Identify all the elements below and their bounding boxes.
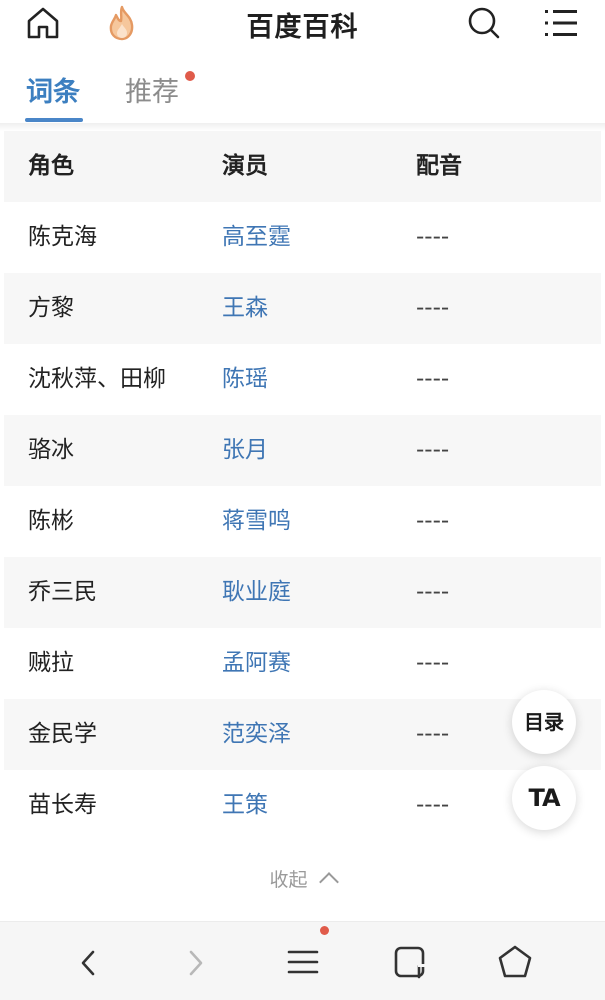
- tab-bar: 词条 推荐: [0, 60, 605, 124]
- table-row: 方黎 王森 ----: [4, 273, 601, 344]
- voice-actor: ----: [416, 366, 450, 392]
- role-name: 苗长寿: [28, 792, 97, 818]
- collapse-label: 收起: [269, 869, 308, 891]
- table-row: 苗长寿 王策 ----: [4, 770, 601, 841]
- forward-icon[interactable]: [182, 948, 208, 978]
- column-header-role: 角色: [28, 153, 74, 179]
- actor-link[interactable]: 孟阿赛: [222, 628, 291, 699]
- voice-actor: ----: [416, 579, 450, 605]
- chevron-up-icon: [318, 872, 339, 892]
- search-icon[interactable]: [466, 5, 502, 41]
- notification-dot: [185, 71, 195, 81]
- ta-button[interactable]: TA: [512, 766, 576, 830]
- table-row: 骆冰 张月 ----: [4, 415, 601, 486]
- page-title: 百度百科: [246, 12, 359, 43]
- table-row: 贼拉 孟阿赛 ----: [4, 628, 601, 699]
- top-header: 百度百科: [0, 0, 605, 50]
- role-name: 方黎: [28, 295, 74, 321]
- role-name: 沈秋萍、田柳: [28, 366, 166, 392]
- tab-entry[interactable]: 词条: [26, 70, 80, 109]
- voice-actor: ----: [416, 650, 450, 676]
- active-tab-indicator: [25, 118, 83, 122]
- column-header-actor: 演员: [222, 153, 268, 179]
- role-name: 乔三民: [28, 579, 97, 605]
- actor-link[interactable]: 陈瑶: [222, 344, 268, 415]
- table-row: 乔三民 耿业庭 ----: [4, 557, 601, 628]
- home-hexagon-icon[interactable]: [496, 943, 534, 981]
- actor-link[interactable]: 王策: [222, 770, 268, 841]
- actor-link[interactable]: 蒋雪鸣: [222, 486, 291, 557]
- table-row: 陈克海 高至霆 ----: [4, 202, 601, 273]
- role-name: 骆冰: [28, 437, 74, 463]
- table-row: 沈秋萍、田柳 陈瑶 ----: [4, 344, 601, 415]
- voice-actor: ----: [416, 295, 450, 321]
- back-icon[interactable]: [76, 948, 102, 978]
- role-name: 金民学: [28, 721, 97, 747]
- tab-recommend[interactable]: 推荐: [125, 70, 179, 109]
- role-name: 贼拉: [28, 650, 74, 676]
- menu-icon[interactable]: [544, 7, 578, 39]
- table-of-contents-button[interactable]: 目录: [512, 690, 576, 754]
- table-header-row: 角色 演员 配音: [4, 131, 601, 202]
- role-name: 陈克海: [28, 224, 97, 250]
- table-row: 金民学 范奕泽 ----: [4, 699, 601, 770]
- tab-divider: [0, 123, 605, 131]
- voice-actor: ----: [416, 508, 450, 534]
- voice-actor: ----: [416, 437, 450, 463]
- voice-actor: ----: [416, 224, 450, 250]
- browser-bottom-bar: [0, 921, 605, 1000]
- cast-table: 角色 演员 配音 陈克海 高至霆 ---- 方黎 王森 ---- 沈秋萍、田柳 …: [4, 131, 601, 841]
- menu-lines-icon[interactable]: [286, 944, 320, 980]
- tabs-icon[interactable]: [392, 944, 428, 980]
- actor-link[interactable]: 耿业庭: [222, 557, 291, 628]
- notification-dot: [320, 926, 329, 935]
- collapse-button[interactable]: 收起: [0, 865, 605, 892]
- actor-link[interactable]: 范奕泽: [222, 699, 291, 770]
- column-header-voice: 配音: [416, 153, 462, 179]
- baike-page: 百度百科 词条 推荐 角色 演员 配音 陈克海 高至霆 ---- 方黎 王森 -…: [0, 0, 605, 1000]
- actor-link[interactable]: 王森: [222, 273, 268, 344]
- actor-link[interactable]: 高至霆: [222, 202, 291, 273]
- voice-actor: ----: [416, 721, 450, 747]
- voice-actor: ----: [416, 792, 450, 818]
- table-row: 陈彬 蒋雪鸣 ----: [4, 486, 601, 557]
- actor-link[interactable]: 张月: [222, 415, 268, 486]
- role-name: 陈彬: [28, 508, 74, 534]
